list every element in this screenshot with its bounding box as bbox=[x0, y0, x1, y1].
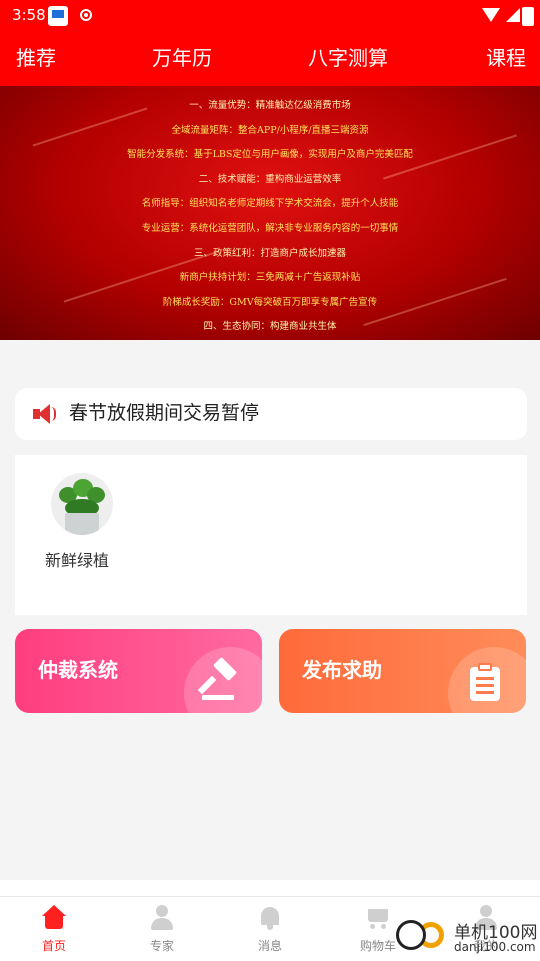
wifi-icon bbox=[482, 8, 500, 22]
bottom-separator bbox=[0, 880, 540, 896]
speaker-icon bbox=[33, 403, 57, 425]
nav-experts-label: 专家 bbox=[149, 939, 174, 953]
bell-icon bbox=[257, 905, 283, 931]
category-item-plants[interactable]: 新鲜绿植 bbox=[45, 473, 125, 571]
banner-line: 专业运营：系统化运营团队，解决非专业服务内容的一切事情 bbox=[141, 222, 399, 234]
cart-icon bbox=[365, 905, 391, 931]
post-help-card[interactable]: 发布求助 bbox=[279, 629, 526, 713]
nav-messages-label: 消息 bbox=[257, 939, 282, 953]
plant-avatar bbox=[51, 473, 113, 535]
nav-home-label: 首页 bbox=[41, 939, 66, 953]
category-label: 新鲜绿植 bbox=[45, 551, 110, 570]
banner-line: 名师指导：组织知名老师定期线下学术交流会，提升个人技能 bbox=[141, 198, 399, 210]
tab-calendar[interactable]: 万年历 bbox=[152, 46, 212, 70]
status-bar: 3:58 bbox=[0, 0, 540, 32]
status-time: 3:58 bbox=[12, 6, 46, 24]
home-icon bbox=[41, 905, 67, 931]
banner-line: 新商户扶持计划：三免两减＋广告返现补贴 bbox=[179, 272, 361, 284]
nav-home[interactable]: 首页 bbox=[0, 905, 108, 954]
app-notification-icon bbox=[48, 6, 68, 26]
gavel-icon bbox=[197, 656, 240, 701]
tab-courses[interactable]: 课程 bbox=[486, 46, 526, 70]
user-icon bbox=[149, 905, 175, 931]
top-nav: 推荐 万年历 八字测算 课程 bbox=[0, 32, 540, 86]
banner-text: 一、流量优势：精准触达亿级消费市场 全域流量矩阵：整合APP/小程序/直播三端资… bbox=[0, 94, 540, 340]
signal-icon bbox=[506, 8, 520, 22]
banner-line: 阶梯成长奖励：GMV每突破百万即享专属广告宣传 bbox=[162, 296, 378, 308]
banner-line: 四、生态协同：构建商业共生体 bbox=[203, 321, 337, 333]
record-notification-icon bbox=[80, 9, 92, 21]
banner-line: 三、政策红利：打造商户成长加速器 bbox=[193, 247, 346, 259]
tab-recommend[interactable]: 推荐 bbox=[16, 46, 56, 70]
battery-icon bbox=[522, 7, 534, 26]
tab-bazi[interactable]: 八字测算 bbox=[308, 46, 388, 70]
watermark: 单机100网 danji100.com bbox=[394, 918, 540, 958]
banner-line: 二、技术赋能：重构商业运营效率 bbox=[198, 173, 342, 185]
nav-experts[interactable]: 专家 bbox=[108, 905, 216, 954]
category-grid: 新鲜绿植 bbox=[15, 455, 527, 615]
notice-text: 春节放假期间交易暂停 bbox=[69, 402, 260, 424]
promo-banner[interactable]: 一、流量优势：精准触达亿级消费市场 全域流量矩阵：整合APP/小程序/直播三端资… bbox=[0, 86, 540, 340]
banner-line: 全域流量矩阵：整合APP/小程序/直播三端资源 bbox=[171, 124, 369, 136]
arbitration-label: 仲裁系统 bbox=[38, 658, 118, 682]
banner-line: 智能分发系统：基于LBS定位与用户画像，实现用户及商户完美匹配 bbox=[127, 149, 413, 161]
watermark-logo-icon bbox=[396, 920, 426, 950]
arbitration-card[interactable]: 仲裁系统 bbox=[15, 629, 262, 713]
watermark-url: danji100.com bbox=[454, 940, 536, 954]
clipboard-icon bbox=[466, 663, 504, 701]
nav-messages[interactable]: 消息 bbox=[216, 905, 324, 954]
banner-line: 一、流量优势：精准触达亿级消费市场 bbox=[189, 100, 351, 111]
post-help-label: 发布求助 bbox=[302, 658, 382, 682]
notice-bar[interactable]: 春节放假期间交易暂停 bbox=[15, 388, 527, 440]
